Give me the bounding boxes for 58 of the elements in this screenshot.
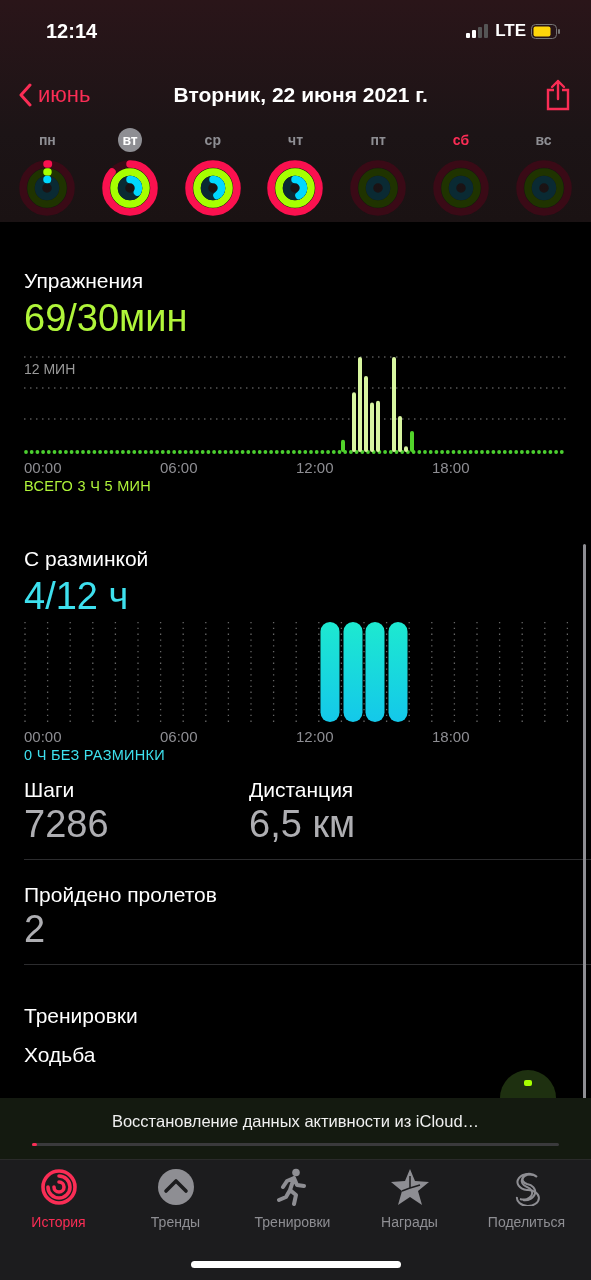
tab[interactable]: Тренировки: [237, 1168, 348, 1230]
section-title: Упражнения: [24, 268, 145, 294]
sync-message: Восстановление данных активности из iCloud…: [110, 1112, 481, 1131]
exercise-bar: [376, 400, 380, 452]
rings-icon: [39, 1168, 78, 1206]
chevron-left-icon: [18, 83, 32, 107]
summary-text: ВСЕГО 3 Ч 5 МИН: [24, 478, 153, 494]
day-label[interactable]: вс: [531, 128, 556, 152]
activity-rings-icon[interactable]: [183, 159, 242, 217]
exercise-bar: [398, 415, 402, 452]
activity-rings-icon[interactable]: [18, 159, 77, 217]
day-label[interactable]: сб: [448, 128, 474, 152]
signal-icon: [466, 24, 491, 38]
metric-value: 69/30мин: [24, 296, 189, 340]
clock-time: 12:14: [46, 19, 99, 43]
day-label[interactable]: пн: [34, 128, 60, 152]
axis-label: 12:00: [296, 459, 335, 476]
tab[interactable]: История: [3, 1168, 114, 1230]
tab[interactable]: Поделиться: [471, 1168, 582, 1230]
stat-label: Дистанция: [249, 777, 355, 803]
axis-label: 00:00: [24, 459, 63, 476]
date-title: Вторник, 22 июня 2021 г.: [172, 83, 429, 107]
activity-rings-icon[interactable]: [101, 159, 160, 217]
exercise-bar: [341, 439, 345, 452]
activity-rings-icon[interactable]: [266, 159, 325, 217]
tab[interactable]: Тренды: [120, 1168, 231, 1230]
day-label[interactable]: пт: [366, 128, 390, 152]
back-button[interactable]: июнь: [18, 82, 91, 108]
day-label[interactable]: ср: [200, 128, 225, 152]
stat-value: 6,5 км: [249, 803, 357, 845]
axis-label: 06:00: [160, 459, 199, 476]
axis-label: 00:00: [24, 728, 63, 745]
chevron-up-circle-icon: [156, 1168, 195, 1206]
exercise-bar: [352, 392, 356, 452]
stat-label: Пройдено пролетов: [24, 882, 218, 908]
scale-label: 12 МИН: [24, 361, 76, 377]
axis-label: 12:00: [296, 728, 335, 745]
stat-value: 7286: [24, 803, 110, 845]
exercise-bar: [370, 402, 374, 452]
stat-label: Шаги: [24, 777, 76, 803]
day-label[interactable]: чт: [284, 128, 307, 152]
exercise-bar: [410, 431, 414, 452]
share-icon[interactable]: [545, 79, 571, 111]
stat-value: 2: [24, 908, 47, 950]
metric-value: 4/12 ч: [24, 574, 130, 618]
network-type: LTE: [495, 21, 526, 41]
summary-text: 0 Ч БЕЗ РАЗМИНКИ: [24, 747, 167, 763]
axis-label: 18:00: [432, 459, 471, 476]
exercise-bar: [404, 446, 408, 452]
star-icon: [389, 1168, 430, 1206]
workout-item[interactable]: Ходьба: [24, 1043, 591, 1067]
axis-label: 18:00: [432, 728, 471, 745]
battery-icon: [531, 23, 561, 39]
section-title: С разминкой: [24, 546, 150, 572]
axis-label: 06:00: [160, 728, 199, 745]
tab[interactable]: Награды: [354, 1168, 465, 1230]
section-title: Тренировки: [24, 1003, 139, 1029]
day-label[interactable]: вт: [118, 128, 142, 152]
